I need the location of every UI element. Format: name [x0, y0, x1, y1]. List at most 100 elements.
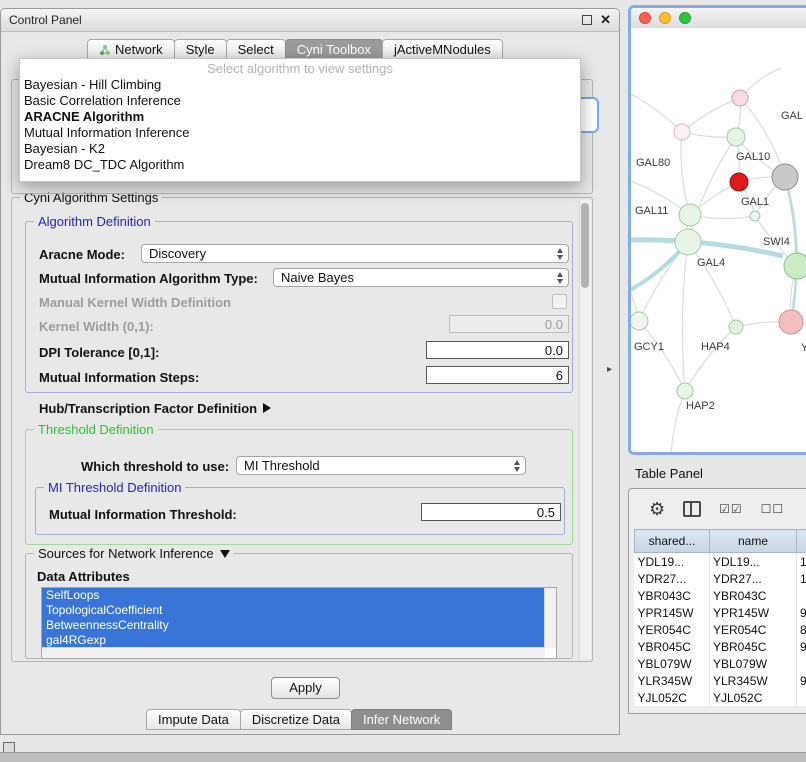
list-hscrollbar[interactable]: [42, 647, 545, 658]
table-cell: YBR045C: [710, 638, 797, 655]
table-row[interactable]: YBR043CYBR043C: [635, 587, 806, 604]
algorithm-option[interactable]: Mutual Information Inference: [20, 125, 580, 141]
checked-boxes-icon[interactable]: ☑☑: [719, 502, 743, 516]
tab-select[interactable]: Select: [226, 39, 286, 60]
unchecked-boxes-icon[interactable]: ☐☐: [761, 502, 785, 516]
manual-kernel-checkbox[interactable]: [552, 294, 567, 309]
network-node[interactable]: [730, 173, 748, 191]
tab-cyni-toolbox[interactable]: Cyni Toolbox: [285, 39, 383, 60]
attribute-list-item[interactable]: TopologicalCoefficient: [42, 603, 545, 618]
sources-toggle[interactable]: Sources for Network Inference: [34, 546, 234, 561]
mi-steps-field[interactable]: 6: [426, 366, 569, 384]
apply-button[interactable]: Apply: [271, 677, 340, 699]
network-edge: [631, 90, 682, 132]
table-cell: 9.: [797, 638, 806, 655]
network-node[interactable]: [779, 310, 803, 334]
attribute-list-item[interactable]: BetweennessCentrality: [42, 618, 545, 633]
table-row[interactable]: YLR345WYLR345W9.: [635, 672, 806, 689]
table-row[interactable]: YPR145WYPR145W9.: [635, 604, 806, 621]
panel-resize-arrow-icon[interactable]: ▸: [607, 364, 612, 375]
algorithm-option[interactable]: Bayesian - K2: [20, 141, 580, 157]
kernel-width-field[interactable]: 0.0: [449, 315, 569, 333]
tab-network[interactable]: Network: [87, 39, 175, 60]
dpi-tolerance-field[interactable]: 0.0: [426, 341, 569, 359]
node-label: GAL11: [635, 205, 668, 217]
table-cell: YBR043C: [635, 587, 710, 604]
hub-label: Hub/Transcription Factor Definition: [39, 401, 257, 416]
tab-label: jActiveMNodules: [394, 40, 491, 59]
network-node[interactable]: [750, 211, 760, 221]
network-edge: [671, 391, 685, 452]
node-label: GAL1: [741, 196, 769, 208]
network-node[interactable]: [732, 90, 748, 106]
which-threshold-label: Which threshold to use:: [81, 459, 229, 474]
table-toolbar: ⚙ ☑☑ ☐☐: [629, 489, 806, 529]
kernel-width-label: Kernel Width (0,1):: [39, 319, 154, 334]
stepper-arrows-icon: [557, 248, 563, 260]
network-node[interactable]: [677, 383, 693, 399]
gear-icon[interactable]: ⚙: [649, 499, 665, 520]
field-value: 6: [556, 368, 563, 383]
close-traffic-light[interactable]: [639, 12, 651, 24]
table-row[interactable]: YDR27...YDR27...12: [635, 570, 806, 587]
network-node[interactable]: [772, 164, 798, 190]
network-edge: [681, 132, 690, 215]
network-node[interactable]: [675, 229, 701, 255]
stepper-arrows-icon: [514, 460, 520, 472]
tab-style[interactable]: Style: [174, 39, 227, 60]
node-label: Y: [801, 342, 806, 354]
desktop: Control Panel ✕ Network Style Select Cyn…: [0, 0, 806, 762]
table-row[interactable]: YJL052CYJL052C: [635, 689, 806, 706]
hub-section-toggle[interactable]: Hub/Transcription Factor Definition: [39, 401, 271, 416]
network-window-titlebar[interactable]: [631, 8, 806, 29]
tab-jactivemnodules[interactable]: jActiveMNodules: [382, 39, 503, 60]
mi-threshold-field[interactable]: 0.5: [421, 503, 561, 521]
network-node[interactable]: [631, 312, 648, 330]
tab-discretize-data[interactable]: Discretize Data: [240, 709, 352, 730]
table-panel-label: Table Panel: [635, 466, 703, 481]
table-cell: YLR345W: [710, 672, 797, 689]
table-cell: 13: [797, 553, 806, 571]
table-row[interactable]: YBR045CYBR045C9.: [635, 638, 806, 655]
list-vscrollbar[interactable]: [544, 588, 556, 648]
algorithm-option[interactable]: Basic Correlation Inference: [20, 93, 580, 109]
manual-kernel-label: Manual Kernel Width Definition: [39, 295, 231, 310]
column-header[interactable]: [797, 530, 806, 553]
network-edge: [688, 242, 736, 327]
float-window-icon[interactable]: [582, 15, 592, 25]
network-node[interactable]: [729, 320, 743, 334]
control-panel-titlebar[interactable]: Control Panel ✕: [1, 9, 619, 32]
tab-infer-network[interactable]: Infer Network: [351, 709, 452, 730]
tab-impute-data[interactable]: Impute Data: [146, 709, 241, 730]
apply-label: Apply: [289, 680, 322, 695]
zoom-traffic-light[interactable]: [679, 12, 691, 24]
table-cell: YPR145W: [710, 604, 797, 621]
network-node[interactable]: [679, 204, 701, 226]
attribute-list-item[interactable]: SelfLoops: [42, 588, 545, 603]
aracne-mode-select[interactable]: Discovery: [141, 244, 569, 263]
algorithm-option[interactable]: Dream8 DC_TDC Algorithm: [20, 157, 580, 173]
attribute-list-item[interactable]: gal4RGexp: [42, 633, 545, 648]
network-edge: [639, 321, 685, 391]
column-header[interactable]: shared...: [635, 530, 710, 553]
columns-icon[interactable]: [683, 501, 701, 517]
field-value: 0.0: [545, 343, 563, 358]
network-canvas[interactable]: GAL80GAL10GAL11GAL1SWI4GAL4GCY1HAP4HAP2G…: [631, 28, 806, 452]
table-row[interactable]: YER054CYER054C8.: [635, 621, 806, 638]
network-node[interactable]: [674, 124, 690, 140]
table-row[interactable]: YDL19...YDL19...13: [635, 553, 806, 571]
column-header[interactable]: name: [710, 530, 797, 553]
settings-scrollbar[interactable]: [579, 200, 591, 659]
network-node[interactable]: [727, 128, 745, 146]
scrollbar-thumb[interactable]: [581, 203, 589, 288]
dpi-tolerance-label: DPI Tolerance [0,1]:: [39, 345, 159, 360]
algorithm-dropdown: Select algorithm to view settings Bayesi…: [19, 58, 581, 182]
algorithm-option[interactable]: Bayesian - Hill Climbing: [20, 77, 580, 93]
table-row[interactable]: YBL079WYBL079W: [635, 655, 806, 672]
close-icon[interactable]: ✕: [600, 15, 611, 25]
which-threshold-select[interactable]: MI Threshold: [236, 456, 526, 475]
mi-type-select[interactable]: Naive Bayes: [273, 268, 569, 287]
algorithm-option[interactable]: ARACNE Algorithm: [20, 109, 580, 125]
minimize-traffic-light[interactable]: [659, 12, 671, 24]
network-node[interactable]: [784, 253, 806, 279]
